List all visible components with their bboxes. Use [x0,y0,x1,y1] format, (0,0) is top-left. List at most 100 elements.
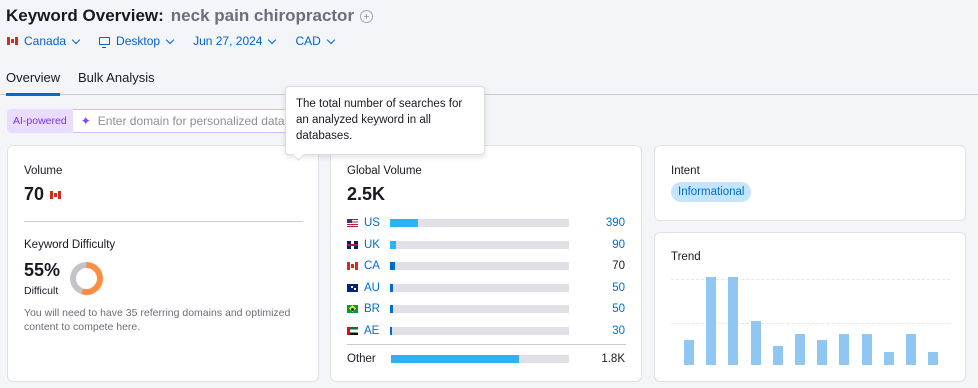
country-bar-track [389,283,570,292]
global-volume-label: Global Volume [347,165,422,177]
country-code[interactable]: AU [364,282,390,294]
country-code[interactable]: UK [364,239,390,251]
chevron-down-icon [268,35,277,44]
au-flag-icon [347,283,358,292]
ai-powered-badge: AI-powered [7,109,73,133]
sparkle-icon: ✦ [80,114,91,128]
country-bar-track [389,219,570,227]
tab-overview[interactable]: Overview [6,70,61,96]
global-volume-tooltip: The total number of searches for an anal… [285,86,485,155]
trend-bar[interactable] [839,334,850,365]
country-value[interactable]: 50 [569,282,625,294]
date-select[interactable]: Jun 27, 2024 [193,34,277,48]
chevron-down-icon [165,35,175,44]
intent-card: Intent Informational [654,145,966,221]
other-value: 1.8K [601,353,625,365]
device-label: Desktop [116,34,161,48]
country-value: 70 [612,260,625,272]
device-select[interactable]: Desktop [99,34,175,48]
country-bar-fill [389,326,393,335]
country-code[interactable]: CA [364,260,390,272]
country-bar-fill [389,283,394,292]
intent-label: Intent [671,165,700,177]
title-prefix: Keyword Overview: [6,6,164,25]
trend-bar[interactable] [817,340,828,365]
country-bar-track [389,326,570,335]
other-bar-track [390,355,570,363]
trend-label: Trend [671,251,701,263]
country-bar-track [389,240,570,249]
trend-bar[interactable] [795,334,805,365]
country-value[interactable]: 90 [569,239,625,251]
country-row-ca: CA 70 [347,259,625,273]
country-value[interactable]: 30 [569,325,625,337]
tab-bulk-analysis[interactable]: Bulk Analysis [78,70,155,85]
intent-badge: Informational [671,182,752,202]
canada-flag-icon [50,190,62,199]
ae-flag-icon [347,326,358,335]
kd-note: You will need to have 35 referring domai… [24,307,291,333]
kd-donut-chart [70,262,103,295]
country-code[interactable]: BR [364,303,390,315]
volume-value: 70 [24,184,45,204]
country-bar-fill [389,240,397,249]
country-bar-track [389,262,570,270]
country-row-uk: UK 90 [347,238,625,252]
currency-select[interactable]: CAD [295,34,336,48]
chevron-down-icon [326,35,336,44]
uk-flag-icon [347,240,358,249]
country-bar-fill [389,305,394,313]
divider [24,221,303,222]
trend-bar[interactable] [928,351,939,365]
country-bar-fill [389,262,395,270]
trend-bar[interactable] [750,321,761,365]
trend-bar[interactable] [684,340,694,365]
divider [347,344,626,345]
tab-bar: Overview Bulk Analysis [0,64,978,96]
country-row-us: US 390 [347,216,625,230]
kd-value: 55% [24,260,61,280]
country-row-ae: AE 30 [347,324,625,338]
volume-card: Volume 70 Keyword Difficulty 55% Difficu… [7,145,319,382]
chevron-down-icon [71,35,81,44]
global-volume-value: 2.5K [347,184,386,204]
country-code[interactable]: AE [364,325,390,337]
page-title: Keyword Overview: neck pain chiropractor [6,6,374,26]
global-volume-card: Global Volume 2.5K US 390 UK 90 CA 70 AU 50 BR 50… [330,145,642,382]
domain-input-placeholder: Enter domain for personalized data [97,114,285,128]
other-label: Other [347,353,376,365]
keyword-text: neck pain chiropractor [170,6,355,25]
volume-value-row: 70 [24,184,62,205]
other-row: Other 1.8K [347,352,625,366]
trend-bar[interactable] [883,351,894,365]
kd-level: Difficult [24,285,59,297]
country-row-au: AU 50 [347,281,625,295]
country-bar-track [389,305,570,313]
currency-label: CAD [295,34,321,48]
country-label: Canada [24,34,67,48]
us-flag-icon [347,219,358,227]
kd-label: Keyword Difficulty [24,239,116,251]
plus-circle-icon[interactable] [360,9,374,23]
country-code[interactable]: US [364,217,390,229]
country-bar-fill [389,219,418,227]
date-label: Jun 27, 2024 [193,34,263,48]
country-select[interactable]: Canada [7,34,81,48]
ai-domain-bar: AI-powered ✦ Enter domain for personaliz… [7,109,288,133]
country-row-br: BR 50 [347,302,625,316]
trend-bar[interactable] [772,345,783,365]
trend-bar[interactable] [728,277,739,365]
volume-label: Volume [24,165,63,177]
filter-bar: Canada Desktop Jun 27, 2024 CAD [7,34,354,48]
country-value[interactable]: 390 [569,217,625,229]
trend-card: Trend [654,232,966,382]
trend-bar[interactable] [706,277,717,365]
trend-bar[interactable] [861,334,872,365]
trend-bar[interactable] [906,334,916,365]
ca-flag-icon [347,262,358,270]
other-bar-fill [390,355,520,363]
br-flag-icon [347,305,358,313]
domain-input[interactable]: ✦ Enter domain for personalized data [72,109,288,133]
desktop-icon [99,37,111,48]
country-value[interactable]: 50 [569,303,625,315]
